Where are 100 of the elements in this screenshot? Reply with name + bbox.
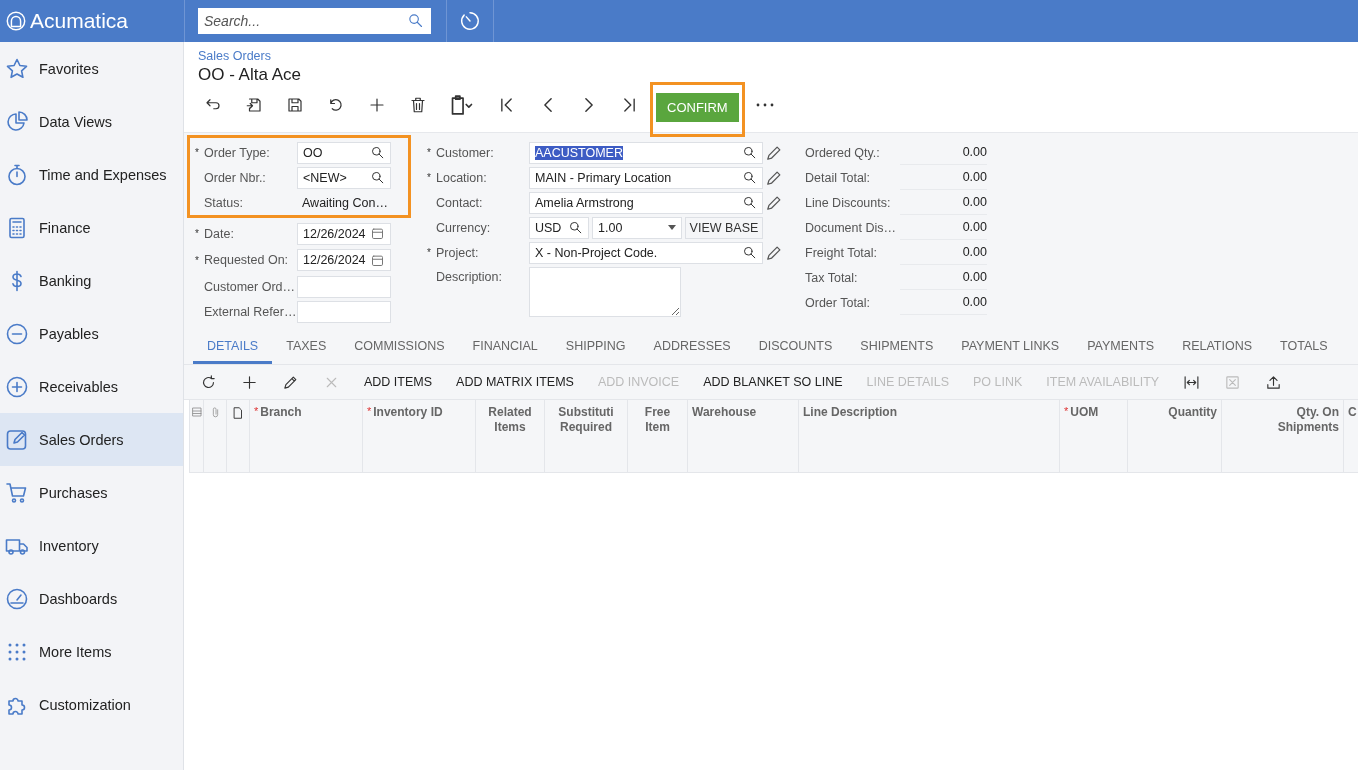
column-header[interactable]: Related Items: [488, 405, 532, 435]
status-value: Awaiting Con…: [301, 195, 389, 210]
total-value: 0.00: [900, 140, 987, 165]
column-header[interactable]: UOM: [1070, 405, 1099, 420]
required-marker: *: [367, 405, 372, 419]
search-icon: [742, 245, 757, 260]
sidebar-item[interactable]: Favorites: [0, 42, 183, 95]
currency-field[interactable]: USD: [529, 216, 589, 239]
field-label: Description:: [436, 270, 502, 284]
column-header[interactable]: Branch: [260, 405, 302, 420]
field-label: Location:: [436, 170, 487, 185]
total-label: Document Dis…: [805, 220, 897, 235]
search-icon: [742, 145, 757, 160]
description-field[interactable]: [529, 267, 681, 317]
sidebar-item[interactable]: Banking: [0, 254, 183, 307]
trash-icon: [408, 96, 427, 114]
sidebar-item[interactable]: Data Views: [0, 95, 183, 148]
column-header[interactable]: Qty. On Shipments: [1277, 405, 1339, 435]
tab[interactable]: TAXES: [272, 330, 341, 364]
column-header[interactable]: C: [1348, 405, 1357, 420]
column-header[interactable]: Warehouse: [692, 405, 757, 420]
tab[interactable]: ADDRESSES: [639, 330, 745, 364]
column-header[interactable]: Line Description: [803, 405, 897, 420]
pencil-icon[interactable]: [767, 145, 781, 160]
first-record-icon: [501, 96, 512, 114]
tab[interactable]: RELATIONS: [1168, 330, 1267, 364]
required-marker: *: [195, 147, 200, 158]
search-icon: [742, 170, 757, 185]
field-label: Customer Ord…: [204, 279, 295, 294]
tab[interactable]: FINANCIAL: [458, 330, 552, 364]
field-label: Requested On:: [204, 253, 289, 267]
edit-square-icon: [5, 427, 29, 452]
tab[interactable]: COMMISSIONS: [340, 330, 459, 364]
cart-icon: [5, 480, 29, 505]
sidebar-item[interactable]: Time and Expenses: [0, 148, 183, 201]
calendar-icon: [370, 252, 385, 268]
total-value: 0.00: [900, 265, 987, 290]
date-field[interactable]: 12/26/2024: [297, 222, 391, 245]
toolbar-button[interactable]: ADD BLANKET SO LINE: [691, 369, 855, 395]
column-header[interactable]: Substituti Required: [558, 405, 614, 435]
total-value: 0.00: [900, 165, 987, 190]
lookup-field[interactable]: Amelia Armstrong: [529, 191, 763, 214]
grid-settings-icon: [190, 406, 203, 418]
field-label: Status:: [204, 195, 243, 210]
sidebar-item[interactable]: Receivables: [0, 360, 183, 413]
sidebar-item[interactable]: Purchases: [0, 466, 183, 519]
search-icon: [370, 170, 385, 185]
tab[interactable]: SHIPPING: [551, 330, 640, 364]
pencil-icon[interactable]: [767, 195, 781, 210]
clock-icon: [459, 10, 481, 32]
total-label: Freight Total:: [805, 245, 879, 260]
search-icon: [370, 145, 385, 160]
date-field[interactable]: 12/26/2024: [297, 249, 391, 271]
sidebar-item[interactable]: More Items: [0, 625, 183, 678]
total-value: 0.00: [900, 190, 987, 215]
breadcrumb-link[interactable]: Sales Orders: [198, 49, 1358, 63]
field-label: Order Type:: [204, 145, 270, 160]
sidebar-item[interactable]: Inventory: [0, 519, 183, 572]
required-marker: *: [1064, 405, 1069, 419]
tab[interactable]: DISCOUNTS: [744, 330, 847, 364]
column-header[interactable]: Quantity: [1168, 405, 1217, 420]
text-field[interactable]: [297, 275, 391, 298]
lookup-field[interactable]: <NEW>: [297, 166, 391, 189]
column-header[interactable]: Free Item: [644, 405, 671, 435]
sidebar-item[interactable]: Payables: [0, 307, 183, 360]
field-value: Amelia Armstrong: [535, 195, 634, 210]
page-title: OO - Alta Ace: [198, 65, 302, 85]
toolbar-button[interactable]: ADD MATRIX ITEMS: [444, 369, 586, 395]
sidebar-item[interactable]: Customization: [0, 678, 183, 731]
column-header[interactable]: Inventory ID: [373, 405, 443, 420]
lookup-field[interactable]: X - Non-Project Code.: [529, 241, 763, 264]
lookup-field[interactable]: MAIN - Primary Location: [529, 166, 763, 189]
search-field[interactable]: Search...: [198, 8, 431, 34]
document-icon: [231, 406, 245, 420]
lookup-field[interactable]: AACUSTOMER: [529, 141, 763, 164]
total-label: Tax Total:: [805, 270, 859, 285]
stopwatch-icon: [5, 162, 29, 187]
lookup-field[interactable]: OO: [297, 141, 391, 164]
search-icon: [742, 195, 757, 210]
toolbar-button[interactable]: ADD ITEMS: [352, 369, 445, 395]
field-value: AACUSTOMER: [535, 145, 623, 160]
field-value: X - Non-Project Code.: [535, 245, 658, 260]
tab[interactable]: PAYMENTS: [1073, 330, 1169, 364]
sidebar-item[interactable]: Sales Orders: [0, 413, 183, 466]
pencil-icon[interactable]: [767, 245, 781, 260]
text-field[interactable]: [297, 300, 391, 323]
tab[interactable]: SHIPMENTS: [846, 330, 948, 364]
pencil-icon[interactable]: [767, 170, 781, 185]
tab[interactable]: TOTALS: [1266, 330, 1342, 364]
confirm-button[interactable]: CONFIRM: [656, 92, 739, 122]
sidebar-item[interactable]: Finance: [0, 201, 183, 254]
field-label: Contact:: [436, 195, 483, 210]
rate-dropdown[interactable]: 1.00: [592, 216, 682, 239]
required-marker: *: [427, 172, 432, 183]
pie-chart-icon: [5, 109, 29, 134]
required-marker: *: [427, 247, 432, 258]
tab[interactable]: PAYMENT LINKS: [947, 330, 1074, 364]
view-base-button[interactable]: VIEW BASE: [685, 216, 763, 239]
sidebar-item[interactable]: Dashboards: [0, 572, 183, 625]
field-label: Customer:: [436, 145, 494, 160]
